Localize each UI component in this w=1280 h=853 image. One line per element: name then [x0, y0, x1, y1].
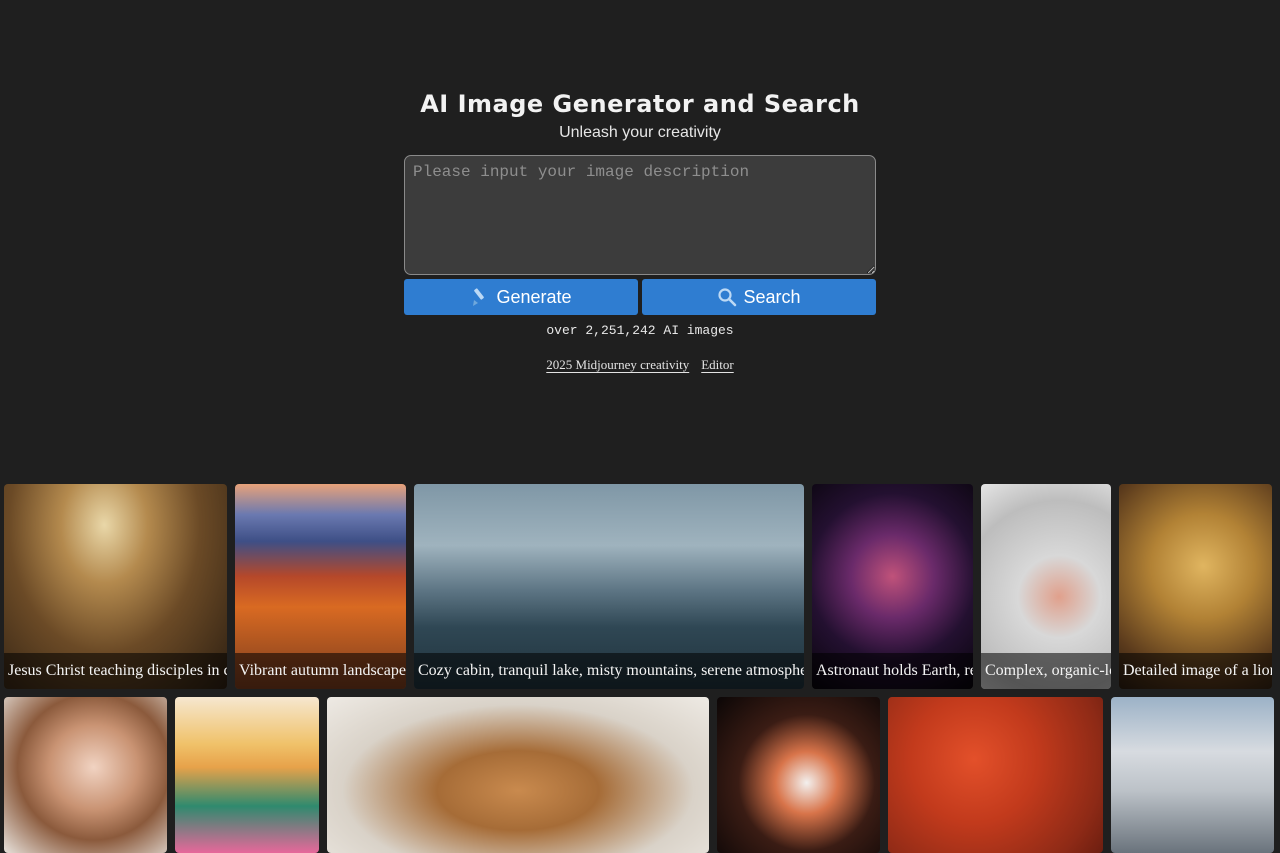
gallery-image — [1111, 697, 1274, 853]
gallery-image — [4, 697, 167, 853]
search-label: Search — [743, 286, 801, 307]
page-subtitle: Unleash your creativity — [559, 124, 721, 141]
generate-label: Generate — [496, 286, 572, 307]
gallery-tile-lion[interactable]: Detailed image of a lion — [1119, 484, 1272, 689]
gallery-caption: Jesus Christ teaching disciples in c — [4, 653, 227, 689]
gallery-image — [175, 697, 319, 853]
hero-section: AI Image Generator and Search Unleash yo… — [0, 0, 1280, 470]
gallery-tile-cabin[interactable]: Cozy cabin, tranquil lake, misty mountai… — [414, 484, 804, 689]
link-midjourney-creativity[interactable]: 2025 Midjourney creativity — [546, 357, 689, 373]
gallery-caption: Cozy cabin, tranquil lake, misty mountai… — [414, 653, 804, 689]
gallery-image — [717, 697, 880, 853]
gallery-tile-illustration[interactable] — [175, 697, 319, 853]
prompt-input[interactable] — [404, 155, 876, 275]
image-gallery: Jesus Christ teaching disciples in c Vib… — [0, 484, 1280, 853]
gallery-tile-snow-astronaut[interactable] — [1111, 697, 1274, 853]
gallery-tile-portrait[interactable] — [4, 697, 167, 853]
search-button[interactable]: Search — [642, 279, 876, 315]
gallery-image — [888, 697, 1103, 853]
gallery-caption: Complex, organic-lo — [981, 653, 1111, 689]
gallery-image — [327, 697, 709, 853]
action-buttons: Generate Search — [404, 279, 876, 315]
image-count: over 2,251,242 AI images — [546, 323, 734, 338]
gallery-tile-dancer[interactable] — [717, 697, 880, 853]
link-editor[interactable]: Editor — [701, 357, 734, 373]
gallery-caption: Astronaut holds Earth, re — [812, 653, 973, 689]
brush-icon — [470, 287, 490, 307]
gallery-tile-organic[interactable]: Complex, organic-lo — [981, 484, 1111, 689]
generate-button[interactable]: Generate — [404, 279, 638, 315]
gallery-caption: Vibrant autumn landscape — [235, 653, 406, 689]
search-icon — [717, 287, 737, 307]
gallery-tile-autumn[interactable]: Vibrant autumn landscape — [235, 484, 406, 689]
gallery-tile-jesus[interactable]: Jesus Christ teaching disciples in c — [4, 484, 227, 689]
gallery-tile-pets[interactable] — [327, 697, 709, 853]
footer-links: 2025 Midjourney creativity Editor — [546, 357, 733, 373]
page-title: AI Image Generator and Search — [420, 90, 860, 118]
gallery-tile-astronaut[interactable]: Astronaut holds Earth, re — [812, 484, 973, 689]
gallery-caption: Detailed image of a lion — [1119, 653, 1272, 689]
gallery-tile-abstract-red[interactable] — [888, 697, 1103, 853]
